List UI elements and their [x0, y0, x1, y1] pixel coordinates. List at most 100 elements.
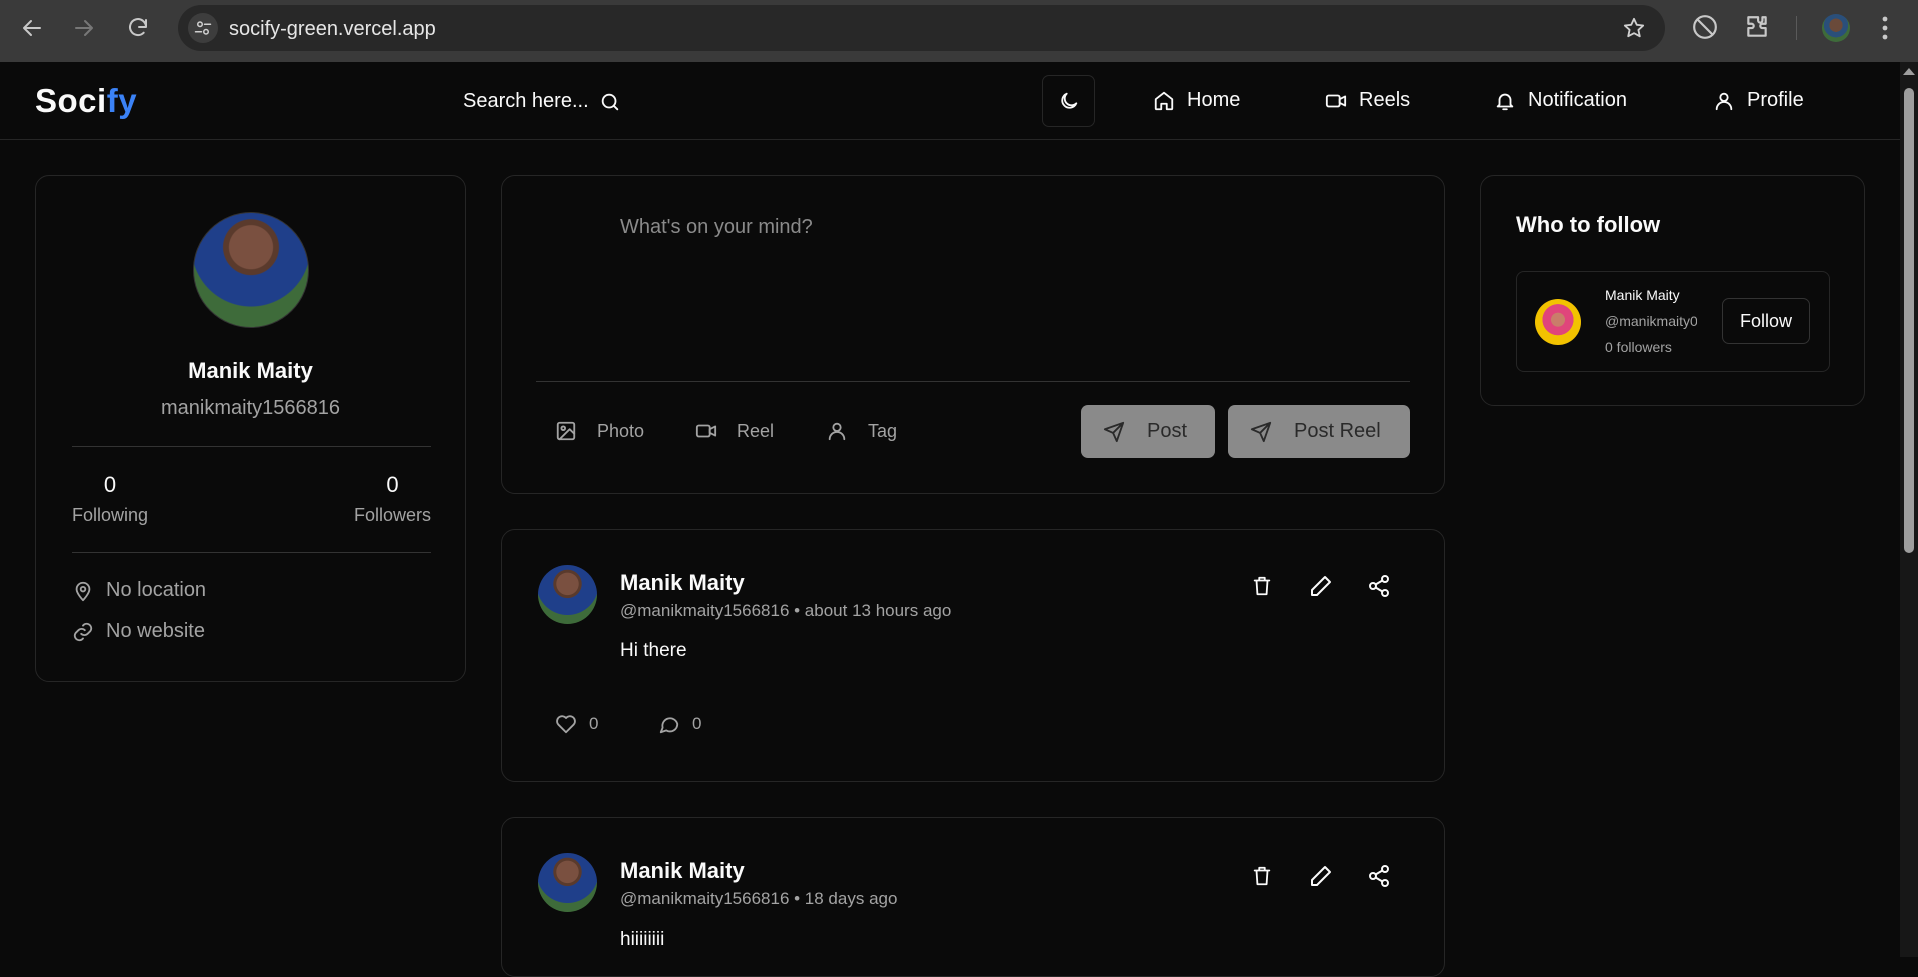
profile-avatar[interactable] [193, 212, 309, 328]
search-button[interactable]: Search here... [463, 90, 621, 113]
suggestion-name[interactable]: Manik Maity [1605, 287, 1680, 303]
video-icon [695, 420, 717, 442]
nav-reels-label: Reels [1359, 89, 1411, 111]
scrollbar-thumb[interactable] [1904, 88, 1914, 553]
heart-icon [555, 713, 577, 735]
forward-arrow-icon[interactable] [72, 16, 96, 40]
nav-reels-link[interactable]: Reels [1325, 89, 1410, 112]
reload-icon[interactable] [126, 16, 150, 40]
share-icon[interactable] [1367, 574, 1391, 598]
post-meta: @manikmaity1566816 • 18 days ago [620, 889, 898, 908]
send-icon [1103, 421, 1125, 443]
following-stat[interactable]: 0 Following [72, 472, 148, 526]
nav-home-link[interactable]: Home [1153, 89, 1240, 112]
toolbar-divider [1796, 16, 1797, 40]
trash-icon[interactable] [1251, 574, 1273, 598]
followers-label: Followers [353, 505, 431, 525]
post-content: hiiiiiiii [620, 929, 665, 950]
followers-stat[interactable]: 0 Followers [354, 472, 431, 526]
comment-icon [658, 713, 680, 735]
follow-button[interactable]: Follow [1722, 298, 1810, 344]
location-text: No location [106, 579, 207, 601]
add-reel-button[interactable]: Reel [695, 420, 774, 442]
comment-button[interactable]: 0 [658, 713, 701, 735]
follow-suggestion: Manik Maity @manikmaity0 0 followers Fol… [1516, 271, 1830, 372]
extension-blocked-icon[interactable] [1692, 14, 1718, 40]
browser-menu-icon[interactable] [1882, 16, 1888, 40]
post-meta: @manikmaity1566816 • about 13 hours ago [620, 601, 952, 620]
nav-home-label: Home [1187, 89, 1241, 111]
nav-notification-link[interactable]: Notification [1494, 89, 1627, 112]
reel-label: Reel [737, 420, 775, 441]
post-card: Manik Maity @manikmaity1566816 • about 1… [501, 529, 1445, 782]
address-bar[interactable]: socify-green.vercel.app [178, 5, 1665, 51]
pencil-icon[interactable] [1309, 864, 1333, 888]
nav-profile-link[interactable]: Profile [1713, 89, 1804, 112]
browser-profile-avatar[interactable] [1822, 14, 1850, 42]
post-reel-button[interactable]: Post Reel [1228, 405, 1410, 458]
post-content: Hi there [620, 640, 687, 661]
profile-card: Manik Maity manikmaity1566816 0 Followin… [35, 175, 466, 682]
site-settings-icon[interactable] [188, 13, 218, 43]
bookmark-star-icon[interactable] [1623, 17, 1645, 39]
profile-name[interactable]: Manik Maity [36, 358, 465, 384]
profile-website: No website [72, 620, 205, 643]
link-icon [72, 621, 94, 643]
website-text: No website [106, 620, 205, 642]
send-icon [1250, 421, 1272, 443]
profile-divider [72, 552, 431, 553]
who-to-follow-card: Who to follow Manik Maity @manikmaity0 0… [1480, 175, 1865, 406]
photo-label: Photo [597, 420, 645, 441]
profile-location: No location [72, 579, 206, 602]
profile-divider [72, 446, 431, 447]
comment-count: 0 [692, 714, 702, 733]
profile-username: manikmaity1566816 [161, 397, 340, 419]
app-logo[interactable]: Socify [35, 82, 137, 120]
search-icon [599, 91, 621, 113]
bell-icon [1494, 90, 1516, 112]
post-author-avatar[interactable] [538, 565, 597, 624]
trash-icon[interactable] [1251, 864, 1273, 888]
add-photo-button[interactable]: Photo [555, 420, 644, 442]
browser-toolbar: socify-green.vercel.app [0, 0, 1918, 62]
post-author-avatar[interactable] [538, 853, 597, 912]
logo-text: Soci [35, 82, 107, 119]
share-icon[interactable] [1367, 864, 1391, 888]
back-arrow-icon[interactable] [20, 16, 44, 40]
suggestion-handle: @manikmaity0 [1605, 313, 1697, 329]
suggestion-followers: 0 followers [1605, 339, 1672, 355]
following-label: Following [72, 505, 149, 525]
post-card: Manik Maity @manikmaity1566816 • 18 days… [501, 817, 1445, 977]
pencil-icon[interactable] [1309, 574, 1333, 598]
logo-accent-text: fy [106, 82, 138, 119]
like-count: 0 [589, 714, 599, 733]
suggestion-avatar[interactable] [1535, 299, 1581, 345]
post-button[interactable]: Post [1081, 405, 1215, 458]
nav-notification-label: Notification [1528, 89, 1627, 111]
search-label: Search here... [463, 90, 589, 112]
home-icon [1153, 90, 1175, 112]
add-tag-button[interactable]: Tag [826, 420, 897, 442]
tag-label: Tag [868, 420, 898, 441]
app-header: Socify Search here... Home Reels Notific… [0, 62, 1900, 140]
followers-count: 0 [386, 472, 399, 497]
like-button[interactable]: 0 [555, 713, 598, 735]
url-text: socify-green.vercel.app [229, 18, 436, 40]
post-label: Post [1147, 420, 1188, 442]
post-author-name[interactable]: Manik Maity [620, 570, 745, 596]
theme-toggle-button[interactable] [1042, 75, 1095, 127]
moon-icon [1058, 90, 1080, 112]
user-icon [1713, 90, 1735, 112]
post-author-name[interactable]: Manik Maity [620, 858, 745, 884]
scroll-up-arrow-icon[interactable] [1903, 68, 1915, 75]
image-icon [555, 420, 577, 442]
post-composer: What's on your mind? Photo Reel Tag Post… [501, 175, 1445, 494]
extensions-puzzle-icon[interactable] [1744, 14, 1770, 40]
composer-divider [536, 381, 1410, 382]
composer-textarea[interactable]: What's on your mind? [620, 216, 813, 239]
following-count: 0 [103, 472, 117, 497]
who-to-follow-title: Who to follow [1516, 212, 1661, 237]
user-icon [826, 420, 848, 442]
map-pin-icon [72, 580, 94, 602]
video-icon [1325, 90, 1347, 112]
